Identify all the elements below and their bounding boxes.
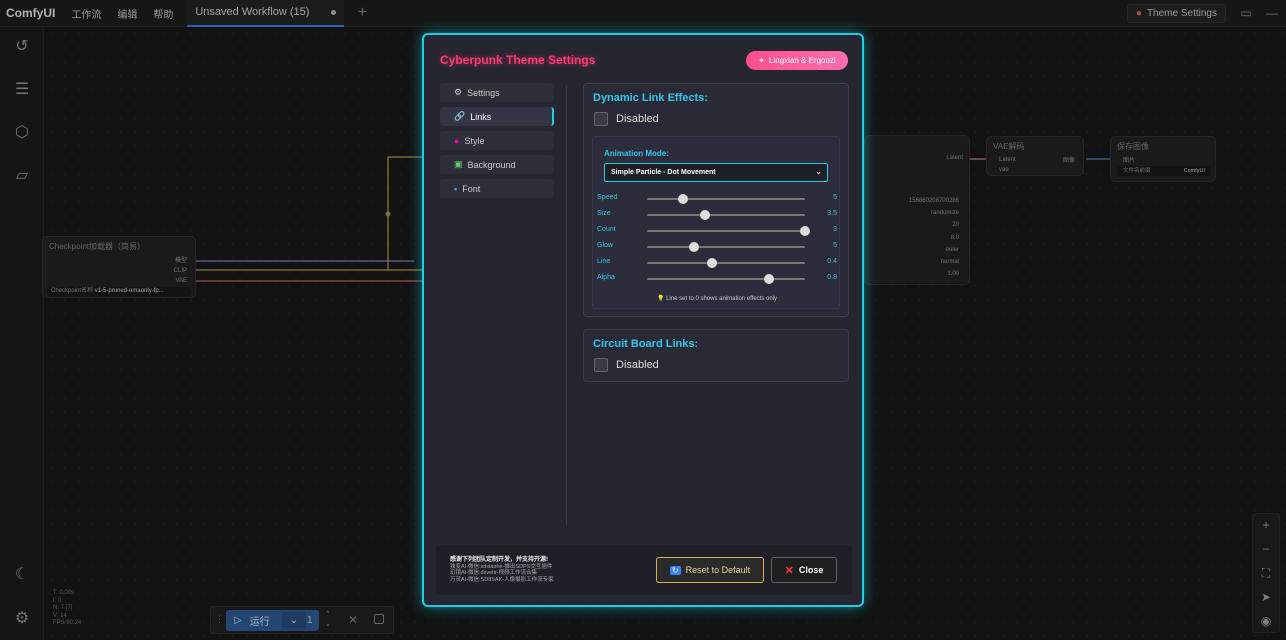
circuit-link-panel: Circuit Board Links: Disabled (583, 329, 849, 382)
gear-icon: ⚙ (454, 87, 463, 97)
line-hint: 💡 Line set to 0 shows animation effects … (593, 295, 841, 302)
modal-footer: 感谢下列团队定制开发，并支持开源! 独变AI-微信:sdxiaohe-推出SDP… (436, 545, 852, 595)
tab-settings[interactable]: ⚙ Settings (440, 83, 554, 102)
slider-value: 0.8 (827, 274, 837, 281)
slider-line[interactable]: Line 0.4 (597, 257, 837, 269)
animation-mode-label: Animation Mode: (604, 149, 669, 158)
slider-value: 5 (833, 242, 837, 249)
tab-font-label: Font (462, 183, 481, 194)
slider-label: Speed (597, 194, 618, 201)
link-icon: 🔗 (454, 111, 466, 121)
slider-track[interactable] (647, 210, 805, 220)
refresh-icon: ↻ (669, 565, 681, 575)
animation-settings: Animation Mode: Simple Particle - Dot Mo… (592, 136, 840, 309)
slider-label: Line (597, 258, 611, 265)
author-badge-label: Lingxian & Ergouzi (768, 56, 836, 65)
chevron-down-icon: ⌄ (815, 167, 822, 176)
circuit-link-toggle-label: Disabled (616, 359, 659, 371)
slider-count[interactable]: Count 3 (597, 225, 837, 237)
modal-title: Cyberpunk Theme Settings (440, 53, 596, 67)
slider-label: Alpha (597, 274, 615, 281)
slider-label: Size (597, 210, 611, 217)
circuit-link-toggle[interactable]: Disabled (594, 358, 659, 372)
slider-value: 3.5 (827, 210, 837, 217)
slider-value: 3 (833, 226, 837, 233)
author-badge[interactable]: ✦ Lingxian & Ergouzi (746, 51, 848, 70)
close-label: Close (798, 565, 824, 575)
slider-thumb[interactable] (689, 242, 700, 252)
tab-background[interactable]: ▣ Background (440, 155, 554, 174)
reset-label: Reset to Default (685, 565, 751, 575)
tab-links-label: Links (470, 111, 492, 122)
animation-mode-value: Simple Particle - Dot Movement (611, 169, 716, 176)
close-icon: ✕ (784, 564, 794, 577)
dynamic-link-toggle[interactable]: Disabled (594, 112, 659, 126)
line-hint-text: Line set to 0 shows animation effects on… (666, 296, 778, 302)
close-button[interactable]: ✕ Close (771, 557, 837, 583)
tabs-divider (566, 85, 567, 525)
slider-thumb[interactable] (706, 258, 717, 268)
slider-track[interactable] (647, 242, 805, 252)
slider-track[interactable] (647, 226, 810, 236)
theme-settings-modal: Cyberpunk Theme Settings ✦ Lingxian & Er… (422, 33, 864, 607)
lightbulb-icon: 💡 (656, 296, 665, 302)
slider-size[interactable]: Size 3.5 (597, 209, 837, 221)
image-icon: ▣ (454, 159, 463, 169)
credits: 感谢下列团队定制开发，并支持开源! 独变AI-微信:sdxiaohe-推出SDP… (450, 557, 554, 583)
slider-alpha[interactable]: Alpha 0.8 (597, 273, 837, 285)
tab-style-label: Style (464, 135, 485, 146)
tab-background-label: Background (467, 159, 516, 170)
slider-track[interactable] (647, 274, 805, 284)
credits-thanks: 感谢下列团队定制开发，并支持开源! (450, 557, 548, 563)
dynamic-link-title: Dynamic Link Effects: (593, 92, 708, 104)
slider-label: Count (597, 226, 616, 233)
slider-thumb[interactable] (700, 210, 711, 220)
dynamic-link-toggle-label: Disabled (616, 113, 659, 125)
circuit-link-title: Circuit Board Links: (593, 338, 699, 350)
palette-icon: ● (454, 135, 460, 146)
slider-glow[interactable]: Glow 5 (597, 241, 837, 253)
slider-value: 0.4 (827, 258, 837, 265)
credits-line-3: 万灵AI-微信:SD8SAK-人像摄影工作流专家 (450, 576, 554, 583)
slider-speed[interactable]: Speed 5 (597, 193, 837, 205)
slider-track[interactable] (647, 194, 805, 204)
slider-label: Glow (597, 242, 613, 249)
tab-font[interactable]: ▪ Font (440, 179, 554, 198)
slider-value: 5 (833, 194, 837, 201)
reset-to-default-button[interactable]: ↻ Reset to Default (656, 557, 764, 583)
slider-thumb[interactable] (678, 194, 689, 204)
font-icon: ▪ (454, 183, 458, 194)
slider-thumb[interactable] (763, 274, 774, 284)
circuit-link-checkbox[interactable] (594, 358, 608, 372)
slider-thumb[interactable] (800, 226, 810, 236)
dynamic-link-checkbox[interactable] (594, 112, 608, 126)
slider-track[interactable] (647, 258, 805, 268)
animation-mode-select[interactable]: Simple Particle - Dot Movement ⌄ (604, 163, 828, 182)
dynamic-link-panel: Dynamic Link Effects: Disabled Animation… (583, 83, 849, 317)
tab-links[interactable]: 🔗 Links (440, 107, 554, 126)
tab-settings-label: Settings (467, 87, 500, 98)
sparkle-icon: ✦ (758, 56, 765, 65)
tab-style[interactable]: ● Style (440, 131, 554, 150)
